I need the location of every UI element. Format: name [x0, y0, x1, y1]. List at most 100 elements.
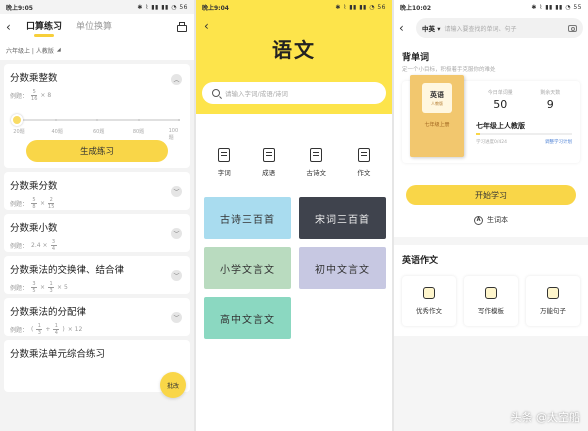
idiom-book-icon: [262, 148, 275, 162]
slider-thumb[interactable]: [11, 113, 23, 126]
tab-mental-arithmetic[interactable]: 口算练习: [26, 19, 62, 37]
chevron-down-icon[interactable]: ﹀: [171, 270, 182, 281]
slider-label[interactable]: 80题: [133, 128, 144, 135]
chevron-down-icon[interactable]: ﹀: [171, 312, 182, 323]
word-book-icon: [218, 148, 231, 162]
dictionary-search-input[interactable]: 中英 ▾ 请输入要查找的单词、句子: [416, 18, 583, 38]
writing-templates-card[interactable]: 写作模板: [464, 276, 518, 326]
example-prefix: 例题：: [10, 92, 29, 100]
section-title: 英语作文: [402, 256, 439, 266]
chevron-down-icon[interactable]: ﹀: [171, 186, 182, 197]
search-placeholder: 请输入字词/成语/诗词: [225, 90, 288, 98]
search-input[interactable]: 请输入字词/成语/诗词: [202, 82, 386, 104]
card-label: 优秀作文: [416, 307, 442, 315]
slider-label[interactable]: 20题: [13, 128, 24, 135]
generate-practice-button[interactable]: 生成练习: [26, 139, 168, 162]
operator: 2.4 ×: [31, 241, 48, 249]
excellent-essays-card[interactable]: 优秀作文: [402, 276, 456, 326]
fraction: 35: [31, 281, 38, 294]
fraction: 34: [50, 239, 57, 252]
english-writing-section: 英语作文 优秀作文 写作模板 万能句子: [394, 245, 588, 336]
tile-song-ci[interactable]: 宋词三百首: [299, 197, 386, 239]
chinese-header: ‹ 语文 请输入字词/成语/诗词: [196, 14, 392, 114]
tile-middle-classical[interactable]: 初中文言文: [299, 247, 386, 289]
exercise-card[interactable]: 分数乘法的分配律 例题： ( 13 + 14 ) × 12 ﹀: [4, 298, 190, 336]
slider-tick: [137, 116, 140, 124]
operator: ×: [40, 199, 46, 207]
vocab-label: 生词本: [487, 216, 508, 224]
status-icons: ✱ ⌇ ▮▮ ▮▮ ◔ 55: [531, 3, 582, 11]
stat-daily-words: 今日单词量 50: [488, 89, 513, 111]
poem-book-icon: [310, 148, 323, 162]
category-essays[interactable]: 作文: [357, 148, 370, 177]
example-prefix: 例题：: [10, 326, 29, 334]
wordbook-card[interactable]: 英语 人教版 七年级上册 今日单词量 50 剩余天数 9 七年级上人教版 学习进…: [402, 75, 580, 163]
fraction: 58: [31, 197, 38, 210]
chevron-up-icon[interactable]: ︿: [171, 74, 182, 85]
essay-icon: [423, 287, 435, 299]
phone-chinese: 晚上9:04 ✱ ⌇ ▮▮ ▮▮ ◔ 56 ‹ 语文 请输入字词/成语/诗词 字…: [196, 0, 392, 431]
category-idioms[interactable]: 成语: [262, 148, 275, 177]
back-arrow-icon[interactable]: ‹: [204, 20, 216, 32]
status-bar: 晚上9:04 ✱ ⌇ ▮▮ ▮▮ ◔ 56: [196, 0, 392, 14]
exercise-example: 例题： ( 13 + 14 ) × 12: [10, 323, 83, 336]
slider-label[interactable]: 60题: [93, 128, 104, 135]
chevron-down-icon[interactable]: ﹀: [171, 228, 182, 239]
vocab-notebook-button[interactable]: A 生词本: [402, 209, 580, 237]
sentence-icon: [547, 287, 559, 299]
printer-icon[interactable]: [176, 22, 188, 32]
slider-tick: [177, 116, 180, 124]
book-title: 七年级上人教版: [476, 122, 525, 130]
dropdown-triangle-icon: ◢: [56, 47, 61, 53]
category-ancient-poems[interactable]: 古诗文: [306, 148, 326, 177]
writing-cards: 优秀作文 写作模板 万能句子: [402, 276, 580, 326]
grade-selector[interactable]: 六年级上 | 人教版 ◢: [0, 40, 194, 60]
operator: ×: [40, 283, 46, 291]
exercise-example: 例题： 2.4 × 34: [10, 239, 184, 252]
book-cover[interactable]: 英语 人教版 七年级上册: [410, 75, 464, 157]
vocab-book-icon: A: [474, 215, 483, 225]
fraction: 14: [53, 323, 60, 336]
back-arrow-icon[interactable]: ‹: [399, 22, 411, 34]
tile-high-classical[interactable]: 高中文言文: [204, 297, 291, 339]
tab-unit-conversion[interactable]: 单位换算: [76, 19, 112, 35]
camera-icon[interactable]: [568, 24, 577, 32]
stat-label: 剩余天数: [540, 90, 561, 96]
grade-correction-button[interactable]: 批改: [160, 372, 186, 398]
slider-label[interactable]: 100题: [169, 128, 179, 141]
exercise-title: 分数乘法单元综合练习: [10, 349, 106, 360]
study-stats: 今日单词量 50 剩余天数 9: [474, 89, 574, 111]
search-row: ‹ 中英 ▾ 请输入要查找的单词、句子: [394, 14, 588, 42]
book-publisher: 人教版: [431, 100, 443, 106]
search-icon: [212, 89, 220, 97]
slider-label[interactable]: 40题: [51, 128, 62, 135]
tile-primary-classical[interactable]: 小学文言文: [204, 247, 291, 289]
template-icon: [485, 287, 497, 299]
exercise-title: 分数乘法的交换律、结合律: [10, 265, 125, 276]
top-bar: ‹ 口算练习 单位换算: [0, 14, 194, 40]
exercise-card[interactable]: 分数乘法的交换律、结合律 例题： 35 × 13 × 5 ﹀: [4, 256, 190, 294]
collection-grid: 古诗三百首 宋词三百首 小学文言文 初中文言文 高中文言文: [196, 197, 392, 339]
category-words[interactable]: 字词: [218, 148, 231, 177]
universal-sentences-card[interactable]: 万能句子: [526, 276, 580, 326]
tile-tang-poems[interactable]: 古诗三百首: [204, 197, 291, 239]
card-label: 写作模板: [478, 307, 504, 315]
exercise-example: 例题： 58 × 2 15: [10, 197, 184, 210]
status-bar: 晚上9:05 ✱ ⌇ ▮▮ ▮▮ ◔ 56: [0, 0, 194, 14]
fraction: 2 15: [48, 197, 55, 210]
stat-value: 9: [546, 98, 554, 111]
back-arrow-icon[interactable]: ‹: [6, 21, 18, 33]
exercise-card[interactable]: 分数乘分数 例题： 58 × 2 15 ﹀: [4, 172, 190, 210]
phone-mental-math: 晚上9:05 ✱ ⌇ ▮▮ ▮▮ ◔ 56 ‹ 口算练习 单位换算 六年级上 |…: [0, 0, 194, 431]
exercise-card-expanded[interactable]: 分数乘整数 例题： 5 16 × 8 ︿ 20题 40题 60题 80题 100…: [4, 64, 190, 168]
watermark: 头条 @太空船: [510, 411, 581, 424]
exercise-card[interactable]: 分数乘小数 例题： 2.4 × 34 ﹀: [4, 214, 190, 252]
example-tail: × 5: [57, 283, 68, 291]
example-prefix: 例题：: [10, 284, 29, 292]
question-count-slider[interactable]: 20题 40题 60题 80题 100题: [11, 113, 180, 141]
start-learning-button[interactable]: 开始学习: [406, 185, 576, 205]
adjust-plan-link[interactable]: 调整学习计划: [545, 139, 572, 145]
language-select[interactable]: 中英 ▾: [422, 23, 441, 33]
exercise-example: 例题： 5 16 × 8: [10, 89, 184, 102]
tab-bar: 口算练习 单位换算: [26, 19, 176, 37]
